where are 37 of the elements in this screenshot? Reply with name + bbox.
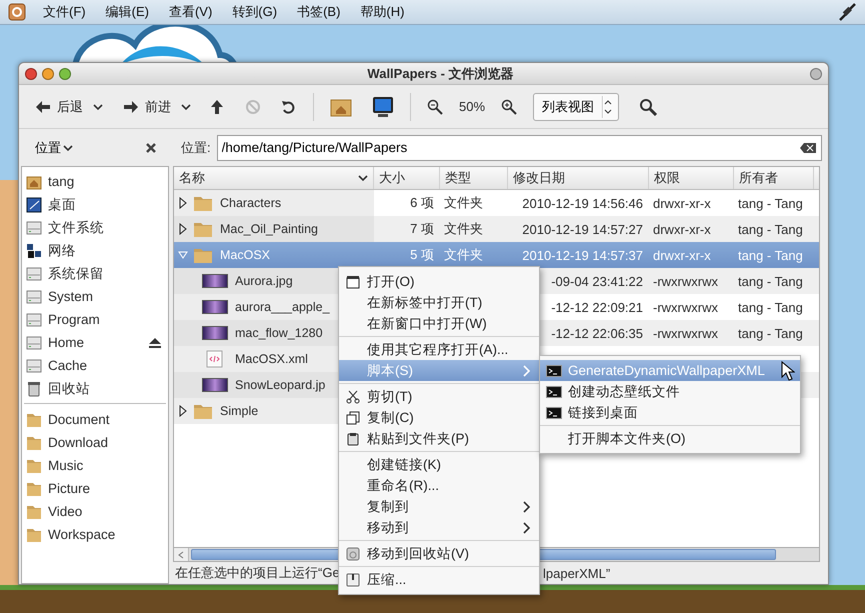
window-title: WallPapers - 文件浏览器 <box>366 64 515 82</box>
file-name: Simple <box>219 404 260 418</box>
permissions-cell-text: drwxr-xr-x <box>652 196 712 210</box>
size-cell-text: 7 项 <box>409 220 435 238</box>
file-name: aurora___apple_ <box>234 300 331 314</box>
owner-cell-text: tang - Tang <box>737 222 804 236</box>
date-cell-text: 2010-12-19 14:57:27 <box>521 222 644 236</box>
file-name: mac_flow_1280 <box>234 326 324 340</box>
file-name: SnowLeopard.jp <box>234 378 326 392</box>
date-cell-text: -09-04 23:41:22 <box>550 274 644 288</box>
permissions-cell-text: drwxr-xr-x <box>652 248 712 262</box>
owner-cell-text: tang - Tang <box>737 326 804 340</box>
owner-cell-text: tang - Tang <box>737 248 804 262</box>
file-name: MacOSX <box>219 248 272 262</box>
permissions-cell-text: -rwxrwxrwx <box>652 274 719 288</box>
status-text: lpaperXML” <box>543 566 610 580</box>
zoom-level: 50% <box>458 99 486 114</box>
location-label: 位置: <box>181 138 211 156</box>
file-name: Characters <box>219 196 282 210</box>
type-cell-text: 文件夹 <box>443 195 484 210</box>
owner-cell-text: tang - Tang <box>737 274 804 288</box>
permissions-cell-text: drwxr-xr-x <box>652 222 712 236</box>
date-cell-text: 2010-12-19 14:56:46 <box>521 196 644 210</box>
file-name: Mac_Oil_Painting <box>219 222 319 236</box>
date-cell-text: 2010-12-19 14:57:37 <box>521 248 644 262</box>
file-name: MacOSX.xml <box>234 352 309 366</box>
type-cell-text: 文件夹 <box>443 221 484 236</box>
date-cell-text: -12-12 22:06:35 <box>550 326 644 340</box>
owner-cell-text: tang - Tang <box>737 300 804 314</box>
owner-cell-text: tang - Tang <box>737 196 804 210</box>
size-cell-text: 6 项 <box>409 194 435 212</box>
permissions-cell-text: -rwxrwxrwx <box>652 326 719 340</box>
date-cell-text: -12-12 22:09:21 <box>550 300 644 314</box>
file-name: Aurora.jpg <box>234 274 294 288</box>
type-cell-text: 文件夹 <box>443 247 484 262</box>
size-cell-text: 5 项 <box>409 246 435 264</box>
permissions-cell-text: -rwxrwxrwx <box>652 300 719 314</box>
